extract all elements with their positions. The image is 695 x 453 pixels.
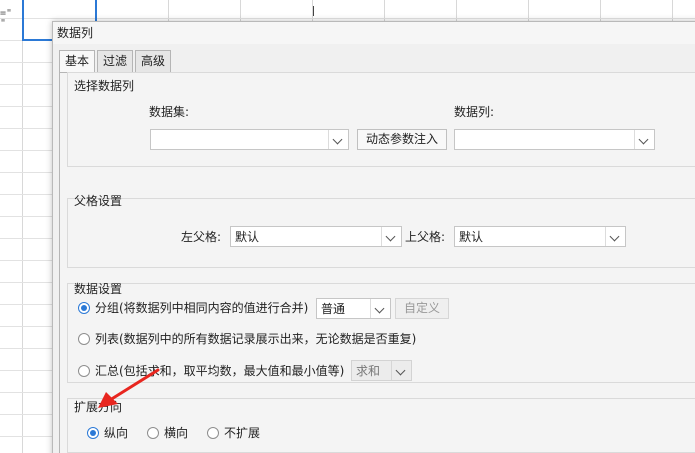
tab-bar: 基本 过滤 高级 — [59, 50, 173, 73]
radio-unchecked-icon[interactable] — [78, 333, 90, 345]
select-column-title: 选择数据列 — [74, 79, 135, 93]
annotation-arrow-icon — [98, 368, 160, 408]
chevron-down-icon[interactable] — [391, 361, 411, 380]
column-label: 数据列: — [454, 105, 495, 119]
data-settings-title: 数据设置 — [74, 282, 123, 296]
radio-unchecked-icon[interactable] — [207, 427, 219, 439]
summary-mode-value: 求和 — [356, 364, 381, 378]
expand-none-label: 不扩展 — [224, 426, 261, 440]
expand-horizontal-label: 横向 — [164, 426, 189, 440]
left-parent-label: 左父格: — [181, 230, 222, 244]
grid-line — [22, 0, 23, 453]
grid-line — [0, 18, 695, 19]
dialog-title: 数据列 — [53, 22, 695, 44]
dataset-label: 数据集: — [149, 105, 190, 119]
radio-unchecked-icon[interactable] — [147, 427, 159, 439]
top-parent-select[interactable]: 默认 — [454, 226, 626, 247]
expand-none-radio[interactable]: 不扩展 — [207, 426, 260, 440]
group-option-label: 分组(将数据列中相同内容的值进行合并) — [95, 301, 309, 315]
group-mode-select[interactable]: 普通 — [316, 298, 391, 319]
parent-settings-title: 父格设置 — [74, 194, 123, 208]
chevron-down-icon[interactable] — [634, 130, 654, 149]
tab-advanced[interactable]: 高级 — [135, 50, 172, 72]
parent-settings-group: 父格设置 左父格: 默认 上父格: 默认 — [67, 194, 695, 268]
top-parent-label: 上父格: — [405, 230, 446, 244]
radio-checked-icon[interactable] — [78, 302, 90, 314]
tab-basic[interactable]: 基本 — [59, 50, 96, 73]
cell-formula-text: =" " — [0, 8, 13, 29]
chevron-down-icon[interactable] — [605, 227, 625, 246]
radio-checked-icon[interactable] — [87, 427, 99, 439]
dataset-select[interactable] — [150, 129, 349, 150]
text-cursor — [313, 6, 314, 16]
chevron-down-icon[interactable] — [381, 227, 401, 246]
group-mode-value: 普通 — [321, 302, 346, 316]
left-parent-value: 默认 — [235, 230, 260, 244]
select-column-group: 选择数据列 数据集: 动态参数注入 数据列: — [67, 72, 695, 167]
list-radio[interactable]: 列表(数据列中的所有数据记录展示出来，无论数据是否重复) — [78, 332, 416, 346]
group-radio[interactable]: 分组(将数据列中相同内容的值进行合并) — [78, 301, 308, 315]
expand-horizontal-radio[interactable]: 横向 — [147, 426, 188, 440]
chevron-down-icon[interactable] — [328, 130, 348, 149]
expand-vertical-label: 纵向 — [104, 426, 129, 440]
dynamic-param-button[interactable]: 动态参数注入 — [357, 129, 447, 150]
expand-vertical-radio[interactable]: 纵向 — [87, 426, 128, 440]
summary-mode-select[interactable]: 求和 — [351, 360, 412, 381]
top-parent-value: 默认 — [459, 230, 484, 244]
list-option-label: 列表(数据列中的所有数据记录展示出来，无论数据是否重复) — [95, 332, 417, 346]
tab-filter[interactable]: 过滤 — [97, 50, 134, 72]
radio-unchecked-icon[interactable] — [78, 365, 90, 377]
custom-button[interactable]: 自定义 — [395, 298, 449, 319]
column-select[interactable] — [454, 129, 655, 150]
chevron-down-icon[interactable] — [370, 299, 390, 318]
left-parent-select[interactable]: 默认 — [230, 226, 402, 247]
